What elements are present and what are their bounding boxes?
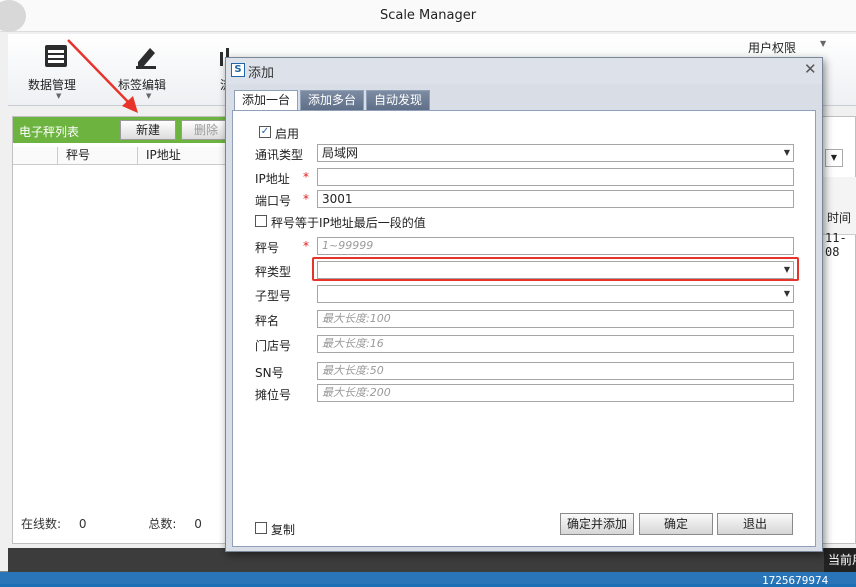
chevron-down-icon: ▼ [146,92,152,100]
confirm-button[interactable]: 确定 [639,513,713,535]
chevron-down-icon: ▼ [56,92,62,100]
column-header-ip[interactable]: IP地址 [138,147,227,165]
scale-list-title: 电子秤列表 [19,125,80,139]
scale-no-eq-ip-checkbox[interactable] [255,215,267,227]
new-button[interactable]: 新建 [120,120,176,140]
copy-checkbox[interactable] [255,522,267,534]
sn-input[interactable]: 最大长度:50 [317,362,794,380]
submodel-select[interactable]: ▼ [317,285,794,303]
ip-input[interactable] [317,168,794,186]
exit-button[interactable]: 退出 [717,513,793,535]
scale-type-highlight [312,257,799,281]
user-permission-menu[interactable]: 用户权限 [748,39,796,56]
online-value: 0 [78,517,87,531]
store-no-input[interactable]: 最大长度:16 [317,335,794,353]
scale-no-label: 秤号 [255,241,280,255]
chevron-down-icon: ▼ [820,39,827,48]
scale-list-header: 电子秤列表 新建 删除 [13,117,231,143]
total-value: 0 [194,517,202,531]
current-user-status: 当前用 [824,548,856,572]
ribbon-data-management[interactable]: 数据管理 ▼ [12,34,92,106]
app-logo-icon: S [231,63,245,77]
column-header-scale-no[interactable]: 秤号 [58,147,138,165]
ip-label: IP地址 [255,172,290,186]
dialog-title: 添加 [248,66,275,81]
required-marker: * [303,192,309,206]
row-selector-header [13,147,58,165]
copy-label: 复制 [271,523,296,537]
scale-list-panel: 电子秤列表 新建 删除 秤号 IP地址 在线数: 0 总数: 0 [12,116,231,544]
booth-label: 摊位号 [255,388,292,402]
chevron-down-icon: ▼ [783,289,790,298]
sn-label: SN号 [255,366,284,380]
database-icon [45,45,67,67]
total-label: 总数: [148,517,177,531]
desktop-taskbar [0,572,856,584]
comm-type-value: 局域网 [322,146,359,160]
tab-add-one[interactable]: 添加一台 [234,90,298,111]
tab-add-multiple[interactable]: 添加多台 [300,90,364,110]
online-count: 在线数: 0 总数: 0 [21,515,202,532]
scale-no-input[interactable]: 1~99999 [317,237,794,255]
ribbon-label: 数据管理 [27,78,76,92]
dialog-title-bar: S 添加 ✕ [226,58,822,84]
ribbon-label-edit[interactable]: 标签编辑 ▼ [102,34,182,106]
delete-button[interactable]: 删除 [181,120,231,140]
tab-content: ✓ 启用 通讯类型 局域网 ▼ IP地址 * 端口号 * 3001 秤号等于IP… [232,110,816,547]
store-no-label: 门店号 [255,339,292,353]
enable-label: 启用 [275,127,300,141]
booth-input[interactable]: 最大长度:200 [317,384,794,402]
app-title: Scale Manager [379,8,477,23]
port-label: 端口号 [255,194,292,208]
ribbon-flow[interactable]: 流 [192,34,232,106]
add-scale-dialog: S 添加 ✕ 添加一台 添加多台 自动发现 ✓ 启用 通讯类型 局域网 ▼ IP… [225,57,823,552]
scale-type-label: 秤类型 [255,265,292,279]
scale-no-eq-ip-label: 秤号等于IP地址最后一段的值 [271,216,426,230]
right-column-header: 时间 [827,211,852,225]
title-bar: Scale Manager [0,0,856,32]
scale-name-input[interactable]: 最大长度:100 [317,310,794,328]
comm-type-select[interactable]: 局域网 ▼ [317,144,794,162]
desktop-number: 1725679974 [762,574,829,587]
close-icon[interactable]: ✕ [804,60,817,78]
edit-pen-icon [136,48,156,69]
submodel-label: 子型号 [255,289,292,303]
right-table-header [823,177,856,235]
required-marker: * [303,239,309,253]
enable-checkbox[interactable]: ✓ [259,126,271,138]
required-marker: * [303,170,309,184]
chevron-down-icon: ▼ [783,148,790,157]
confirm-and-add-button[interactable]: 确定并添加 [560,513,634,535]
right-panel: ▼ 时间 11-08 [822,116,856,544]
scale-name-label: 秤名 [255,314,280,328]
chevron-down-icon[interactable]: ▼ [825,149,843,167]
ribbon-label: 流 [172,76,232,93]
tab-auto-discover[interactable]: 自动发现 [366,90,430,110]
comm-type-label: 通讯类型 [255,148,304,162]
right-cell-date: 11-08 [825,231,847,259]
port-input[interactable]: 3001 [317,190,794,208]
online-label: 在线数: [21,517,62,531]
